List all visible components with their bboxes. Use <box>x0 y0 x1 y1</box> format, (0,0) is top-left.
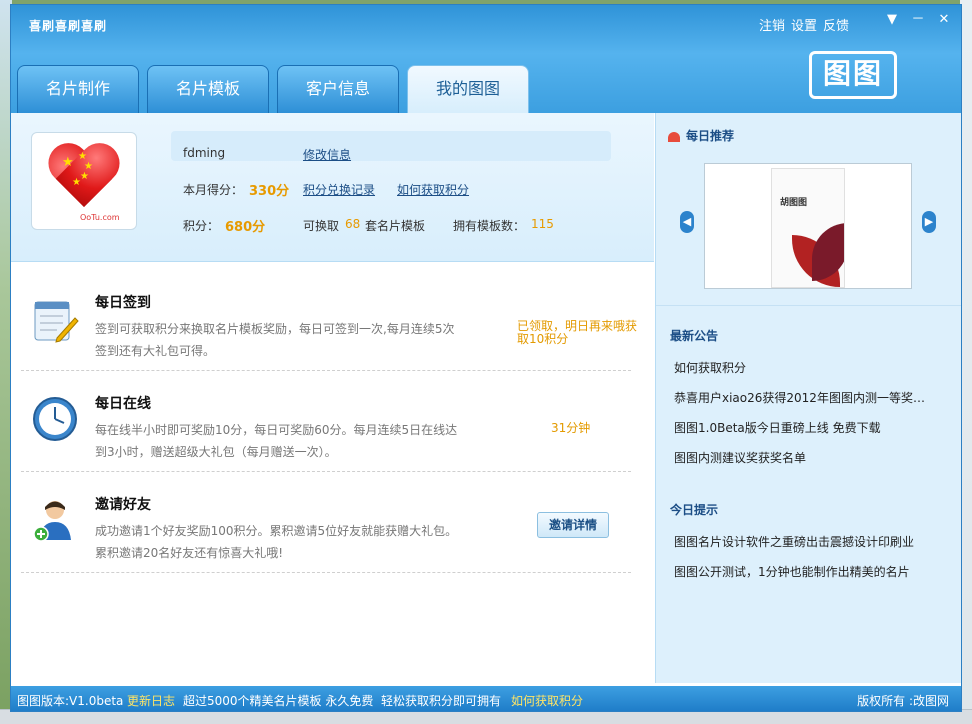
logout-link[interactable]: 注销 <box>759 15 785 34</box>
card-name: 胡图图 <box>780 198 808 208</box>
task-title: 每日在线 <box>95 396 151 412</box>
version-text: 图图版本:V1.0beta <box>17 694 124 708</box>
tab-card-templates[interactable]: 名片模板 <box>147 65 269 113</box>
star-icon: ★ <box>62 155 74 170</box>
notepad-pencil-icon <box>34 301 79 343</box>
avatar[interactable]: ★ ★ ★ ★ ★ OoTu.com <box>31 132 137 230</box>
points-value: 680分 <box>225 220 266 235</box>
app-title: 喜刷喜刷喜刷 <box>29 19 108 33</box>
exchange-count: 68 <box>345 217 361 231</box>
monthly-score-label: 本月得分： <box>183 183 244 197</box>
username: fdming <box>183 146 226 160</box>
how-to-get-points-link-footer[interactable]: 如何获取积分 <box>511 692 583 709</box>
news-section-title: 最新公告 <box>670 329 719 343</box>
points-label: 积分： <box>183 219 220 233</box>
star-icon: ★ <box>72 177 81 188</box>
edit-info-link[interactable]: 修改信息 <box>303 146 351 163</box>
templates-count: 115 <box>531 217 554 231</box>
daily-recommend-header: 每日推荐 <box>668 127 734 144</box>
business-card-thumbnail: 胡图图 <box>771 168 845 288</box>
task-list: 每日签到 签到可获取积分来换取名片模板奖励，每日可签到一次,每月连续5次签到还有… <box>11 262 654 682</box>
feedback-link[interactable]: 反馈 <box>823 15 849 34</box>
next-arrow-icon[interactable]: ▶ <box>922 211 936 233</box>
heart-icon <box>668 131 680 142</box>
task-title: 每日签到 <box>95 295 151 311</box>
promo-text-2: 轻松获取积分即可拥有 <box>381 694 502 708</box>
exchange-record-link[interactable]: 积分兑换记录 <box>303 181 375 198</box>
daily-recommend-title: 每日推荐 <box>686 129 735 143</box>
tab-my-tutu[interactable]: 我的图图 <box>407 65 529 113</box>
task-daily-online: 每日在线 每在线半小时即可奖励10分，每日可奖励60分。每月连续5日在线达到3小… <box>21 371 631 472</box>
title-bar: 喜刷喜刷喜刷 注销 设置 反馈 ▼ － ✕ 图图 名片制作 名片模板 客户信息 … <box>11 5 961 113</box>
profile-panel: ★ ★ ★ ★ ★ OoTu.com fdming 修改信息 本月得分： 330… <box>11 113 654 262</box>
leaf-decoration <box>812 223 844 281</box>
news-item[interactable]: 恭喜用户xiao26获得2012年图图内测一等奖… <box>674 389 925 406</box>
app-logo: 图图 <box>809 51 897 99</box>
task-title: 邀请好友 <box>95 497 151 513</box>
add-user-icon <box>33 501 71 542</box>
tab-card-making[interactable]: 名片制作 <box>17 65 139 113</box>
task-description: 成功邀请1个好友奖励100积分。累积邀请5位好友就能获赠大礼包。累积邀请20名好… <box>95 524 458 560</box>
settings-link[interactable]: 设置 <box>791 15 817 34</box>
status-bar: 图图版本:V1.0beta 更新日志 超过5000个精美名片模板 永久免费 轻松… <box>11 686 961 711</box>
sidebar-divider <box>656 305 961 306</box>
news-item[interactable]: 如何获取积分 <box>674 359 746 376</box>
copyright-text: 版权所有 :改图网 <box>857 694 949 708</box>
online-duration: 31分钟 <box>551 421 591 435</box>
close-icon[interactable]: ✕ <box>933 11 955 29</box>
how-to-get-points-link[interactable]: 如何获取积分 <box>397 181 469 198</box>
task-daily-checkin: 每日签到 签到可获取积分来换取名片模板奖励，每日可签到一次,每月连续5次签到还有… <box>21 270 637 371</box>
exchange-prefix: 可换取 <box>303 219 340 233</box>
tab-customer-info[interactable]: 客户信息 <box>277 65 399 113</box>
exchange-suffix: 套名片模板 <box>365 219 426 233</box>
user-info-bar <box>171 131 611 161</box>
task-description: 每在线半小时即可奖励10分，每日可奖励60分。每月连续5日在线达到3小时，赠送超… <box>95 423 458 459</box>
sidebar: 每日推荐 ◀ 胡图图 ▶ 最新公告 如何获取积分 恭喜用户xiao26获得201… <box>655 113 961 683</box>
templates-label: 拥有模板数： <box>453 219 526 233</box>
app-window: 喜刷喜刷喜刷 注销 设置 反馈 ▼ － ✕ 图图 名片制作 名片模板 客户信息 … <box>10 4 962 712</box>
changelog-link[interactable]: 更新日志 <box>127 692 175 709</box>
template-preview[interactable]: 胡图图 <box>704 163 912 289</box>
tips-section-title: 今日提示 <box>670 503 719 517</box>
promo-text: 超过5000个精美名片模板 永久免费 <box>183 694 374 708</box>
task-description: 签到可获取积分来换取名片模板奖励，每日可签到一次,每月连续5次签到还有大礼包可得… <box>95 322 455 358</box>
task-invite-friends: 邀请好友 成功邀请1个好友奖励100积分。累积邀请5位好友就能获赠大礼包。累积邀… <box>21 472 631 573</box>
star-icon: ★ <box>80 171 89 182</box>
task-status: 已领取，明日再来哦获取10积分 <box>517 319 638 346</box>
news-item[interactable]: 图图1.0Beta版今日重磅上线 免费下载 <box>674 419 881 436</box>
minimize-icon[interactable]: － <box>907 11 929 29</box>
invite-details-button[interactable]: 邀请详情 <box>537 512 609 538</box>
top-links: 注销 设置 反馈 <box>759 15 849 34</box>
tip-item[interactable]: 图图名片设计软件之重磅出击震撼设计印刷业 <box>674 533 914 550</box>
clock-icon <box>33 397 77 441</box>
news-item[interactable]: 图图内测建议奖获奖名单 <box>674 449 806 466</box>
main-tabs: 名片制作 名片模板 客户信息 我的图图 <box>17 65 529 113</box>
tip-item[interactable]: 图图公开测试，1分钟也能制作出精美的名片 <box>674 563 910 580</box>
window-controls: ▼ － ✕ <box>881 11 955 29</box>
avatar-watermark: OoTu.com <box>80 213 120 222</box>
menu-dropdown-icon[interactable]: ▼ <box>881 11 903 29</box>
prev-arrow-icon[interactable]: ◀ <box>680 211 694 233</box>
monthly-score-value: 330分 <box>249 184 290 199</box>
